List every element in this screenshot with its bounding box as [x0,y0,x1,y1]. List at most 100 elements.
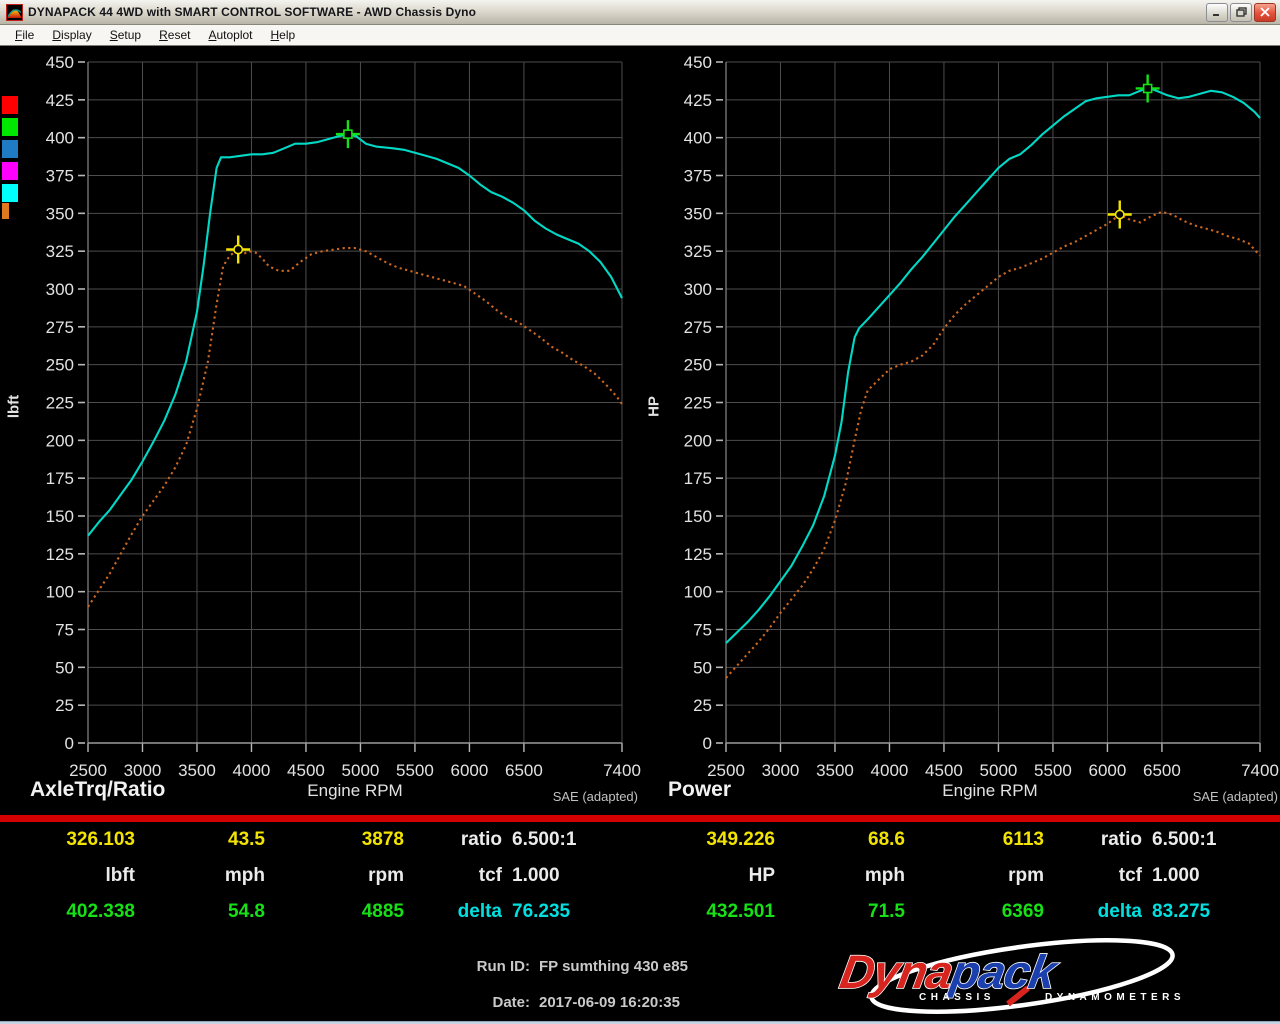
delta-label: delta [457,901,502,922]
svg-text:350: 350 [684,204,712,223]
tcf-value: 1.000 [512,865,560,886]
cursor2-rpm-value: 4885 [361,901,404,922]
menu-item-autoplot[interactable]: Autoplot [199,26,261,44]
svg-text:5000: 5000 [342,761,380,780]
ratio-value: 6.500:1 [1152,829,1217,850]
cursor1-rpm-value: 6113 [1002,829,1044,850]
svg-text:4000: 4000 [871,761,909,780]
run-date-row: Date: 2017-06-09 16:20:35 [0,994,710,1011]
svg-text:3000: 3000 [762,761,800,780]
cursor1-torque-row: 326.103 43.5 3878 ratio 6.500:1 [0,822,640,858]
svg-text:4000: 4000 [233,761,271,780]
svg-text:4500: 4500 [287,761,325,780]
svg-text:450: 450 [46,53,74,72]
svg-text:300: 300 [684,280,712,299]
tcf-label: tcf [1118,865,1142,886]
svg-text:5500: 5500 [396,761,434,780]
svg-text:275: 275 [684,318,712,337]
svg-text:375: 375 [46,167,74,186]
rpm-unit-label: rpm [1008,865,1044,886]
svg-text:6000: 6000 [1089,761,1127,780]
cursor-run2-marker [335,120,360,149]
torque-chart-title: AxleTrq/Ratio [30,778,166,801]
svg-text:50: 50 [55,658,74,677]
menu-item-display[interactable]: Display [43,26,100,44]
svg-text:6000: 6000 [451,761,489,780]
svg-text:375: 375 [684,167,712,186]
power-unit-label: HP [748,865,775,886]
svg-text:3500: 3500 [816,761,854,780]
separator-bar [0,815,1280,822]
close-button[interactable] [1254,2,1276,22]
svg-text:425: 425 [46,91,74,110]
cursor2-torque-row: 402.338 54.8 4885 delta 76.235 [0,894,640,930]
app-window: DYNAPACK 44 4WD with SMART CONTROL SOFTW… [0,0,1280,1024]
svg-text:125: 125 [684,545,712,564]
cursor1-torque-value: 326.103 [66,829,135,850]
power-readout-panel: 349.226 68.6 6113 ratio 6.500:1 HP mph r… [640,822,1280,930]
ratio-label: ratio [460,829,502,850]
run-date-value: 2017-06-09 16:20:35 [539,994,680,1011]
cursor2-rpm-value: 6369 [1001,901,1044,922]
run-date-label: Date: [492,994,530,1011]
restore-button[interactable] [1230,2,1252,22]
power-units-row: HP mph rpm tcf 1.000 [640,858,1280,894]
svg-text:275: 275 [46,318,74,337]
svg-text:25: 25 [55,696,74,715]
svg-text:250: 250 [684,356,712,375]
svg-text:400: 400 [46,129,74,148]
menu-bar: File Display Setup Reset Autoplot Help [0,25,1280,46]
svg-text:75: 75 [55,621,74,640]
svg-text:150: 150 [684,507,712,526]
title-bar[interactable]: DYNAPACK 44 4WD with SMART CONTROL SOFTW… [0,0,1280,25]
svg-text:425: 425 [684,91,712,110]
svg-text:150: 150 [46,507,74,526]
cursor-run1-marker [226,235,251,264]
cursor1-power-row: 349.226 68.6 6113 ratio 6.500:1 [640,822,1280,858]
svg-text:0: 0 [703,734,712,753]
power-chart-canvas[interactable]: 0 25 50 75 100 125 150 175 200 225 250 275 300 325 350… [640,46,1280,786]
logo-text-dynamometers: DYNAMOMETERS [1045,992,1185,1003]
svg-text:6500: 6500 [1143,761,1181,780]
svg-text:7400: 7400 [1241,761,1279,780]
svg-text:225: 225 [46,394,74,413]
torque-x-axis-label: Engine RPM [307,781,403,800]
cursor1-speed-value: 43.5 [228,829,265,850]
svg-text:350: 350 [46,204,74,223]
cursor2-speed-value: 71.5 [868,901,905,922]
power-sae-note: SAE (adapted) [1192,789,1278,804]
svg-text:5000: 5000 [980,761,1018,780]
svg-text:6500: 6500 [505,761,543,780]
cursor2-speed-value: 54.8 [228,901,265,922]
cursor-run1-marker [1107,200,1132,229]
run-id-value: FP sumthing 430 e85 [539,958,688,975]
cursor1-speed-value: 68.6 [868,829,905,850]
svg-text:100: 100 [46,583,74,602]
menu-item-file[interactable]: File [6,26,43,44]
delta-value: 76.235 [512,901,571,922]
torque-readout-panel: 326.103 43.5 3878 ratio 6.500:1 lbft mph… [0,822,640,930]
tcf-label: tcf [478,865,502,886]
svg-text:75: 75 [693,621,712,640]
app-icon [6,3,23,21]
speed-unit-label: mph [864,865,905,886]
svg-text:225: 225 [684,394,712,413]
svg-text:175: 175 [684,469,712,488]
svg-text:125: 125 [46,545,74,564]
dynapack-logo: Dynapack CHASSIS DYNAMOMETERS [835,938,1185,1014]
svg-text:200: 200 [46,431,74,450]
svg-text:50: 50 [693,658,712,677]
minimize-button[interactable] [1206,2,1228,22]
menu-item-help[interactable]: Help [262,26,305,44]
torque-chart-canvas[interactable]: 0 25 50 75 100 125 150 175 200 225 250 275 300 325 350… [0,46,646,786]
torque-units-row: lbft mph rpm tcf 1.000 [0,858,640,894]
torque-unit-label: lbft [105,865,135,886]
svg-text:325: 325 [684,242,712,261]
run-id-label: Run ID: [476,958,530,975]
rpm-unit-label: rpm [368,865,404,886]
menu-item-setup[interactable]: Setup [101,26,150,44]
menu-item-reset[interactable]: Reset [150,26,199,44]
run2-power-solid [725,86,1261,644]
power-chart-title: Power [668,778,732,801]
svg-text:400: 400 [684,129,712,148]
